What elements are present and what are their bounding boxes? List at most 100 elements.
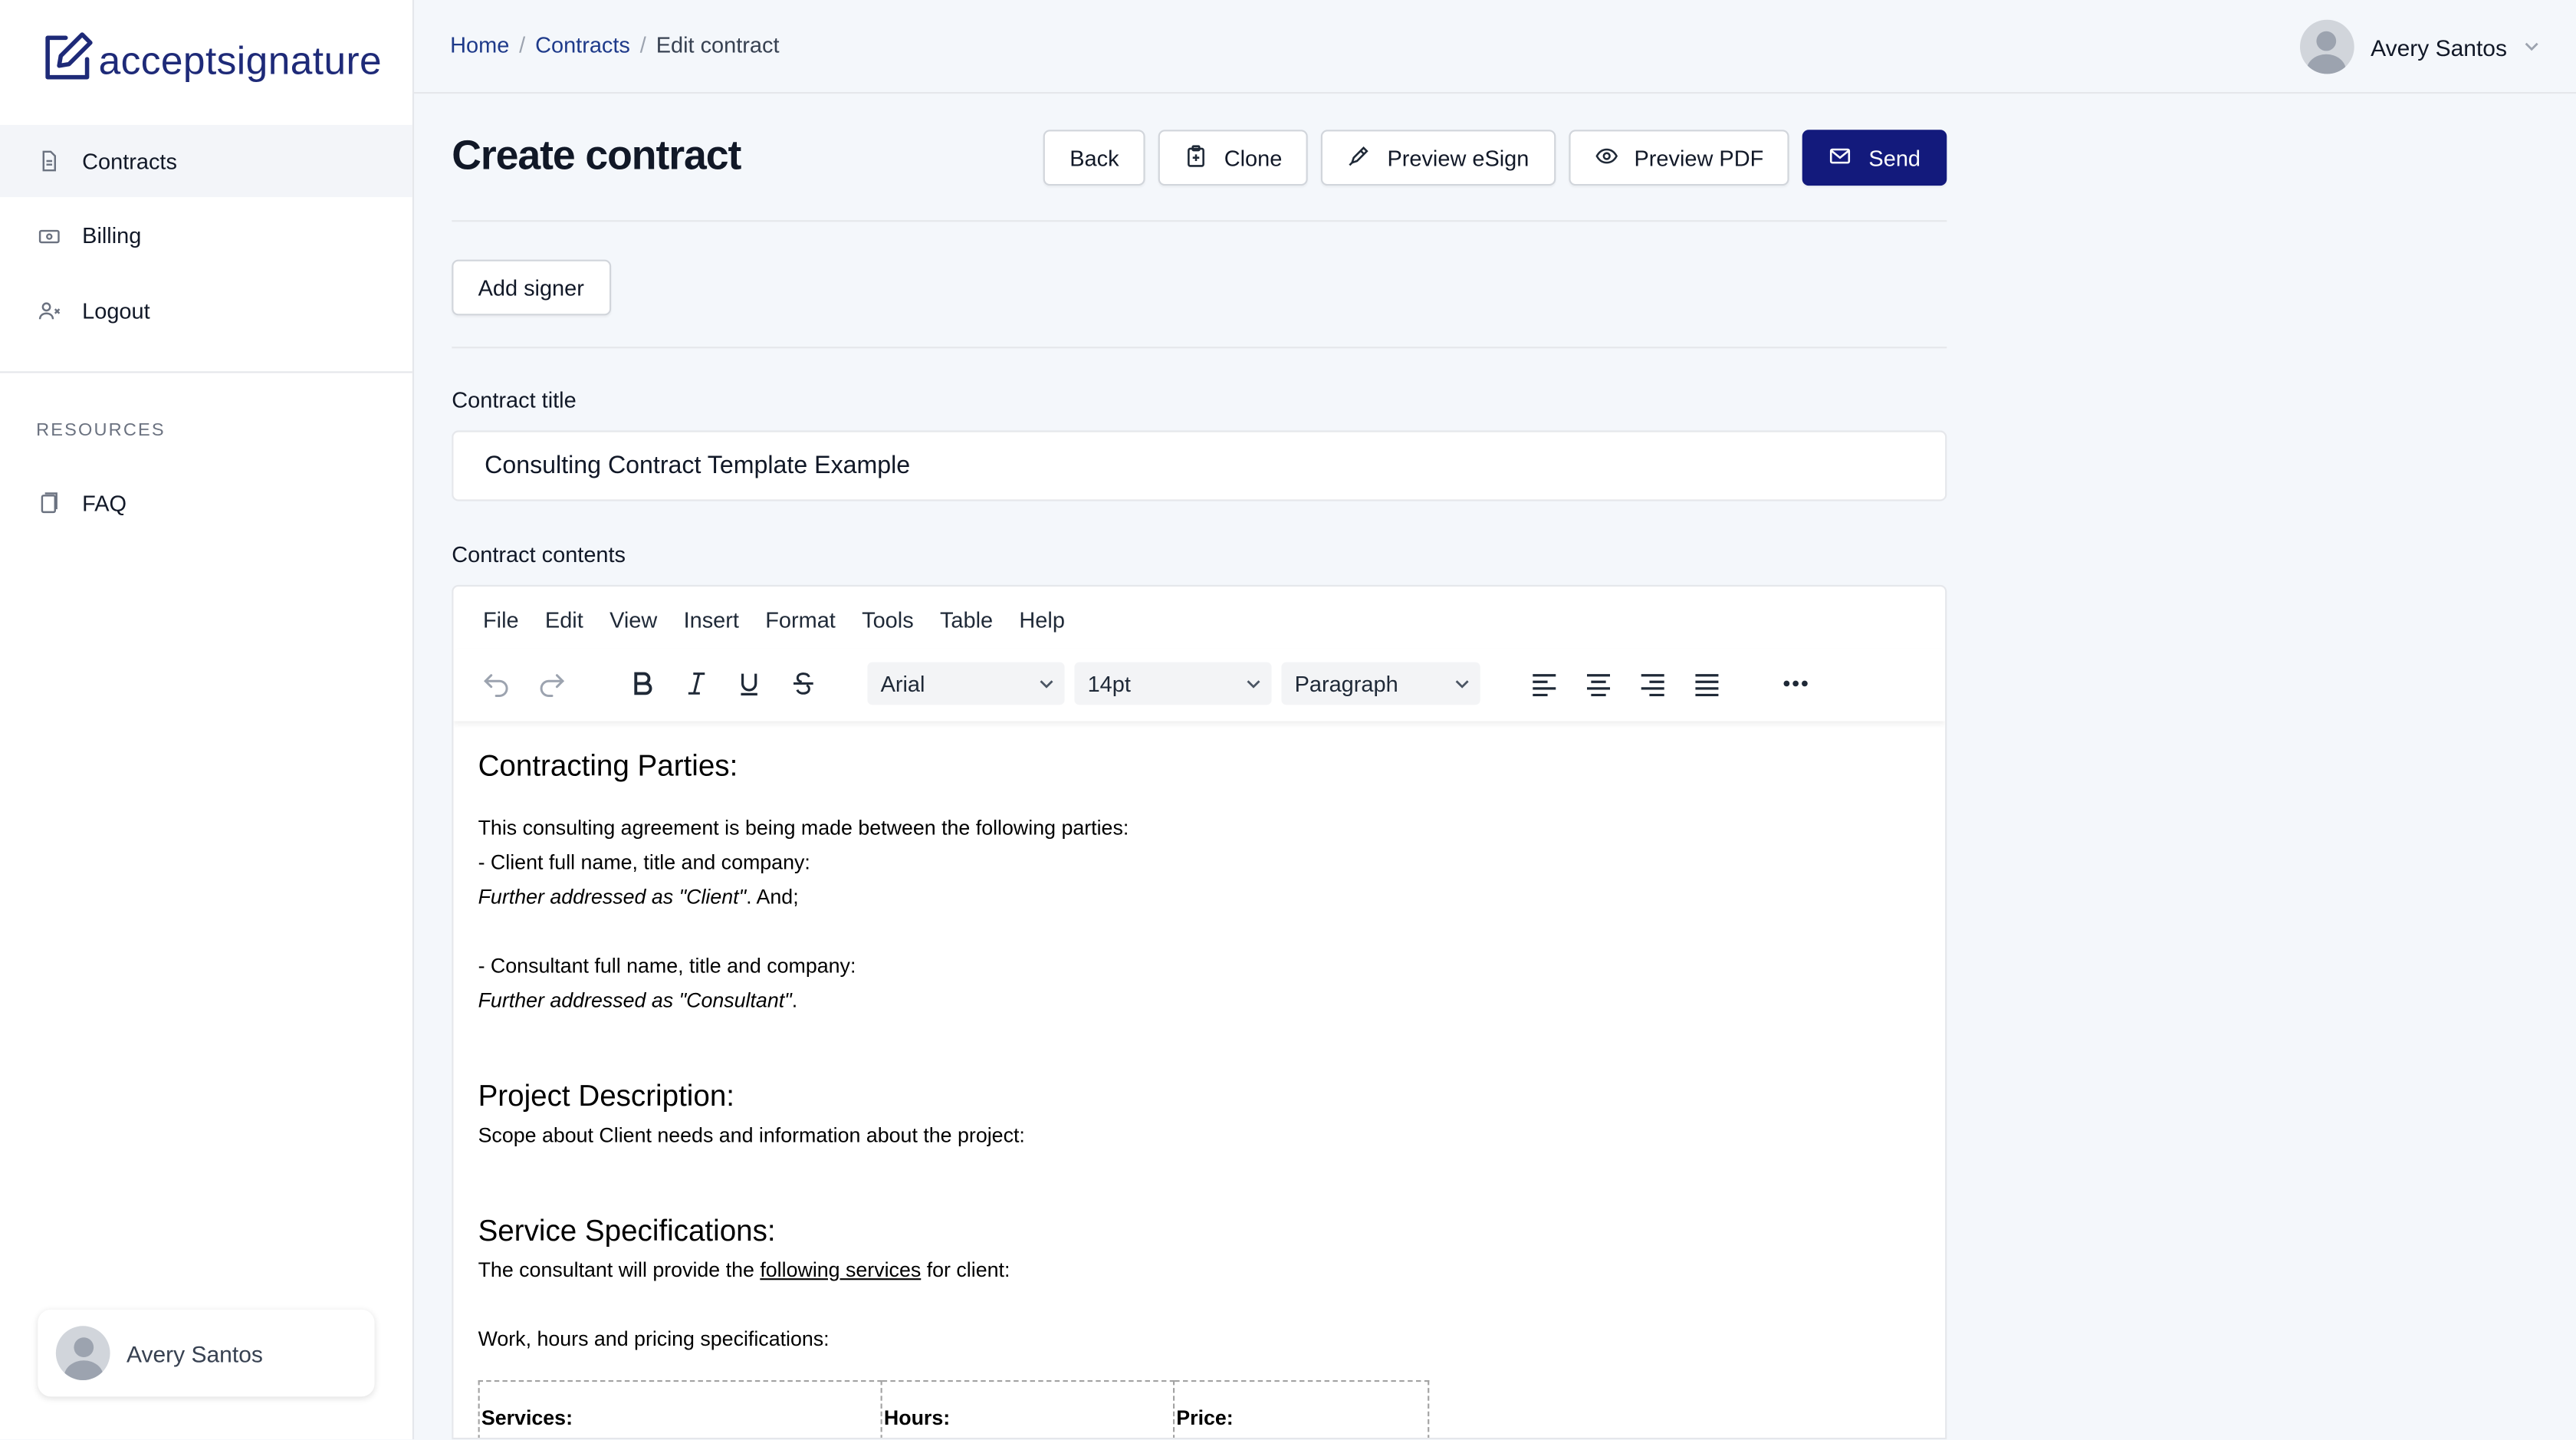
clone-button-label: Clone	[1224, 145, 1283, 170]
sidebar-user-name: Avery Santos	[127, 1340, 263, 1366]
sidebar-item-contracts[interactable]: Contracts	[0, 124, 412, 198]
menu-insert[interactable]: Insert	[684, 608, 739, 633]
action-buttons: Back Clone Preview eSign Preview PDF Sen…	[1043, 130, 1947, 186]
menu-file[interactable]: File	[483, 608, 519, 633]
chevron-down-icon	[2507, 32, 2540, 62]
rich-text-editor[interactable]: File Edit View Insert Format Tools Table…	[452, 584, 1947, 1440]
breadcrumb-separator: /	[519, 32, 526, 58]
add-signer-label: Add signer	[478, 275, 584, 301]
pricing-table[interactable]: Services: Hours: Price:	[478, 1379, 1430, 1438]
paragraph: - Consultant full name, title and compan…	[478, 955, 856, 978]
italic-icon[interactable]	[678, 666, 715, 702]
top-bar: Home / Contracts / Edit contract Avery S…	[414, 0, 2576, 94]
send-button-label: Send	[1868, 145, 1921, 170]
sidebar-item-label: Contracts	[82, 148, 177, 174]
strikethrough-icon[interactable]	[785, 666, 821, 702]
sidebar-item-logout[interactable]: Logout	[0, 275, 412, 347]
copy-icon	[36, 490, 62, 516]
menu-format[interactable]: Format	[765, 608, 836, 633]
heading-service-specifications: Service Specifications:	[478, 1214, 776, 1248]
more-options-icon[interactable]	[1778, 666, 1814, 702]
sidebar: acceptsignature Contracts Billing Logout	[0, 0, 414, 1440]
redo-icon[interactable]	[534, 666, 570, 702]
preview-pdf-button[interactable]: Preview PDF	[1568, 130, 1790, 186]
editor-menubar: File Edit View Insert Format Tools Table…	[483, 608, 1091, 633]
sidebar-item-label: FAQ	[82, 490, 127, 515]
table-header-cell[interactable]: Services:	[478, 1379, 882, 1438]
paragraph: Further addressed as "Client". And;	[478, 881, 799, 916]
italic-text: Further addressed as "Consultant"	[478, 989, 792, 1012]
sidebar-nav: Contracts Billing Logout	[0, 124, 412, 350]
preview-esign-button[interactable]: Preview eSign	[1321, 130, 1556, 186]
back-button[interactable]: Back	[1043, 130, 1145, 186]
align-right-icon[interactable]	[1635, 666, 1671, 702]
underline-icon[interactable]	[731, 666, 767, 702]
avatar	[2299, 19, 2354, 74]
breadcrumb-home-link[interactable]: Home	[450, 33, 509, 58]
font-family-value: Arial	[880, 671, 925, 696]
brand-logo[interactable]: acceptsignature	[39, 30, 382, 94]
contract-title-label: Contract title	[452, 387, 577, 413]
sidebar-item-faq[interactable]: FAQ	[0, 467, 412, 539]
table-header-cell[interactable]: Hours:	[880, 1379, 1175, 1438]
paragraph: - Client full name, title and company:	[478, 851, 810, 874]
clipboard-icon	[1184, 144, 1224, 172]
clone-button[interactable]: Clone	[1158, 130, 1309, 186]
text-span: The consultant will provide the	[478, 1258, 761, 1282]
user-remove-icon	[36, 298, 62, 324]
align-justify-icon[interactable]	[1689, 666, 1725, 702]
text-span: .	[791, 989, 798, 1012]
align-center-icon[interactable]	[1580, 666, 1616, 702]
breadcrumb-current: Edit contract	[656, 32, 780, 58]
page-title: Create contract	[452, 133, 741, 179]
add-signer-button[interactable]: Add signer	[452, 259, 611, 316]
breadcrumb: Home / Contracts / Edit contract	[450, 33, 779, 58]
sidebar-item-billing[interactable]: Billing	[0, 199, 412, 271]
heading-project-description: Project Description:	[478, 1079, 734, 1113]
page-header: Create contract Back Clone Preview eSign	[452, 94, 1947, 222]
breadcrumb-separator: /	[639, 32, 646, 58]
block-format-value: Paragraph	[1294, 671, 1398, 696]
undo-icon[interactable]	[478, 666, 514, 702]
text-span: . And;	[746, 886, 799, 909]
font-size-select[interactable]: 14pt	[1074, 662, 1272, 705]
eye-icon	[1595, 144, 1634, 172]
pen-icon	[1348, 144, 1387, 172]
back-button-label: Back	[1070, 145, 1119, 170]
user-name: Avery Santos	[2371, 33, 2507, 61]
menu-table[interactable]: Table	[940, 608, 993, 633]
contract-contents-label: Contract contents	[452, 542, 626, 567]
italic-text: Further addressed as "Client"	[478, 886, 747, 909]
brand-name: acceptsignature	[98, 38, 383, 84]
menu-edit[interactable]: Edit	[545, 608, 583, 633]
table-header-cell[interactable]: Price:	[1172, 1379, 1430, 1438]
block-format-select[interactable]: Paragraph	[1281, 662, 1480, 705]
sidebar-item-label: Billing	[82, 223, 142, 248]
paragraph: Scope about Client needs and information…	[478, 1123, 1025, 1147]
bold-icon[interactable]	[624, 666, 660, 702]
font-family-select[interactable]: Arial	[867, 662, 1065, 705]
avatar	[55, 1326, 110, 1380]
user-menu[interactable]: Avery Santos	[2299, 19, 2540, 74]
contract-title-input[interactable]	[452, 430, 1947, 501]
send-button[interactable]: Send	[1802, 130, 1947, 186]
align-left-icon[interactable]	[1526, 666, 1562, 702]
sidebar-user-card[interactable]: Avery Santos	[38, 1309, 375, 1397]
menu-tools[interactable]: Tools	[862, 608, 914, 633]
table-row: Services: Hours: Price:	[478, 1379, 1430, 1438]
heading-contracting-parties: Contracting Parties:	[478, 749, 738, 782]
text-span: for client:	[921, 1258, 1010, 1282]
cash-icon	[36, 222, 62, 248]
paragraph: Further addressed as "Consultant".	[478, 985, 798, 1019]
preview-esign-label: Preview eSign	[1387, 145, 1530, 170]
preview-pdf-label: Preview PDF	[1634, 145, 1764, 170]
main-content: Create contract Back Clone Preview eSign	[452, 94, 1947, 1440]
sidebar-divider	[0, 371, 412, 373]
menu-view[interactable]: View	[610, 608, 657, 633]
menu-help[interactable]: Help	[1019, 608, 1064, 633]
paragraph: The consultant will provide the followin…	[478, 1254, 1010, 1288]
paragraph: This consulting agreement is being made …	[478, 817, 1129, 840]
breadcrumb-contracts-link[interactable]: Contracts	[535, 33, 630, 58]
resources-heading: RESOURCES	[36, 420, 166, 441]
document-icon	[36, 148, 62, 174]
